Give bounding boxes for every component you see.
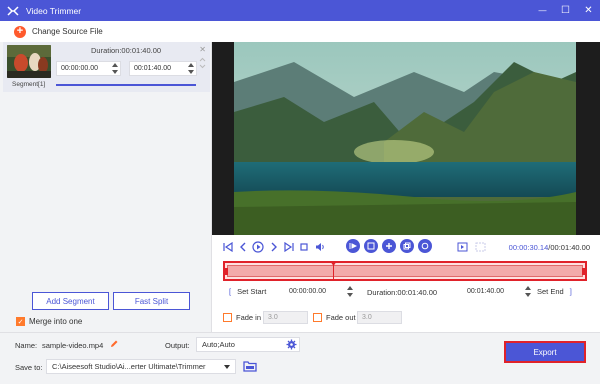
- next-frame-icon[interactable]: [268, 241, 280, 253]
- copy-segment-icon[interactable]: [364, 239, 378, 253]
- trim-timeline[interactable]: [223, 261, 587, 281]
- start-time-value: 00:00:00.00: [289, 288, 326, 295]
- change-source-file-button[interactable]: Change Source File: [32, 27, 103, 36]
- segment-reorder-icon[interactable]: [199, 57, 206, 71]
- segment-range-bar: [56, 84, 196, 86]
- app-logo-icon: [6, 4, 20, 18]
- video-frame: [234, 42, 576, 235]
- close-icon[interactable]: ✕: [583, 5, 594, 16]
- fade-in-value: 3.0: [268, 314, 278, 321]
- add-segment-button[interactable]: Add Segment: [32, 292, 109, 310]
- maximize-icon[interactable]: ☐: [560, 5, 571, 16]
- segment-panel: Segment[1] Duration:00:01:40.00 00:00:00…: [0, 42, 212, 332]
- skip-to-start-icon[interactable]: [222, 241, 234, 253]
- segment-end-time-field[interactable]: 00:01:40.00: [129, 61, 197, 76]
- folder-icon[interactable]: [243, 360, 257, 374]
- checkbox-checked-icon[interactable]: ✓: [16, 317, 25, 326]
- fade-out-input[interactable]: 3.0: [357, 311, 402, 324]
- fade-in-input[interactable]: 3.0: [263, 311, 308, 324]
- fade-out-checkbox[interactable]: [313, 313, 322, 322]
- play-icon[interactable]: [252, 241, 264, 253]
- start-time-stepper[interactable]: [347, 286, 353, 297]
- end-time-stepper[interactable]: [525, 286, 531, 297]
- name-label: Name:: [15, 341, 38, 350]
- add-segment-icon[interactable]: [382, 239, 396, 253]
- file-name-value: sample-video.mp4: [42, 341, 104, 350]
- previous-frame-icon[interactable]: [237, 241, 249, 253]
- segment-start-time-field[interactable]: 00:00:00.00: [56, 61, 121, 76]
- set-start-button[interactable]: [Set Start: [229, 284, 279, 299]
- output-settings-gear-icon[interactable]: [286, 339, 297, 352]
- current-time: 00:00:30.14: [508, 243, 549, 252]
- minimize-icon[interactable]: —: [537, 5, 548, 16]
- save-to-label: Save to:: [15, 363, 43, 372]
- fade-in-label: Fade in: [236, 313, 262, 322]
- mark-in-icon[interactable]: [346, 239, 360, 253]
- skip-to-end-icon[interactable]: [283, 241, 295, 253]
- start-time-field[interactable]: 00:00:00.00: [285, 285, 347, 299]
- save-path-value: C:\Aiseesoft Studio\Ai...erter Ultimate\…: [52, 362, 206, 371]
- segment-end-time-value: 00:01:40.00: [134, 65, 171, 72]
- stop-icon[interactable]: [298, 241, 310, 253]
- time-readout: 00:00:30.14/00:01:40.00: [509, 243, 590, 252]
- volume-icon[interactable]: [314, 241, 326, 253]
- save-path-dropdown[interactable]: C:\Aiseesoft Studio\Ai...erter Ultimate\…: [46, 359, 236, 374]
- output-label: Output:: [165, 341, 190, 350]
- video-player[interactable]: [212, 42, 600, 235]
- set-end-label: Set End: [537, 287, 564, 296]
- set-end-button[interactable]: Set End]: [537, 284, 585, 299]
- export-button[interactable]: Export: [504, 341, 586, 363]
- trim-settings-row: [Set Start 00:00:00.00 Duration:00:01:40…: [223, 284, 587, 299]
- segment-item[interactable]: Segment[1] Duration:00:01:40.00 00:00:00…: [3, 42, 210, 92]
- output-format-value: Auto;Auto: [202, 340, 235, 349]
- preview-panel: 00:00:30.14/00:01:40.00 [Set Start 00:00…: [212, 42, 600, 332]
- merge-into-one-checkbox[interactable]: ✓ Merge into one: [16, 317, 82, 326]
- segment-start-stepper[interactable]: [112, 63, 118, 74]
- segment-label: Segment[1]: [12, 81, 46, 88]
- merge-label: Merge into one: [29, 317, 83, 326]
- window-title: Video Trimmer: [26, 5, 82, 16]
- jump-to-end-icon[interactable]: [474, 241, 486, 253]
- fade-out-label: Fade out: [326, 313, 356, 322]
- segment-end-stepper[interactable]: [188, 63, 194, 74]
- trim-duration: Duration:00:01:40.00: [367, 288, 438, 297]
- fast-split-button[interactable]: Fast Split: [113, 292, 190, 310]
- segment-thumbnail: [7, 45, 51, 78]
- trim-end-handle[interactable]: [582, 268, 585, 275]
- reset-icon[interactable]: [418, 239, 432, 253]
- title-bar: Video Trimmer — ☐ ✕: [0, 0, 600, 21]
- segment-duration: Duration:00:01:40.00: [91, 46, 162, 55]
- trim-selection: [227, 265, 583, 277]
- add-source-icon[interactable]: +: [14, 25, 26, 38]
- set-start-label: Set Start: [237, 287, 267, 296]
- playback-controls: 00:00:30.14/00:01:40.00: [212, 235, 600, 257]
- output-format-field[interactable]: Auto;Auto: [196, 337, 300, 352]
- toolbar: + Change Source File: [0, 21, 600, 42]
- trim-start-handle[interactable]: [225, 268, 228, 275]
- end-time-value: 00:01:40.00: [467, 288, 504, 295]
- end-time-field[interactable]: 00:01:40.00: [463, 285, 525, 299]
- edit-name-icon[interactable]: [109, 339, 119, 351]
- segment-start-time-value: 00:00:00.00: [61, 65, 98, 72]
- total-time: /00:01:40.00: [548, 243, 590, 252]
- fade-out-value: 3.0: [362, 314, 372, 321]
- fade-in-checkbox[interactable]: [223, 313, 232, 322]
- dropdown-chevron-icon[interactable]: [224, 365, 230, 369]
- jump-to-start-icon[interactable]: [456, 241, 468, 253]
- duplicate-icon[interactable]: [400, 239, 414, 253]
- segment-close-icon[interactable]: ✕: [199, 45, 206, 54]
